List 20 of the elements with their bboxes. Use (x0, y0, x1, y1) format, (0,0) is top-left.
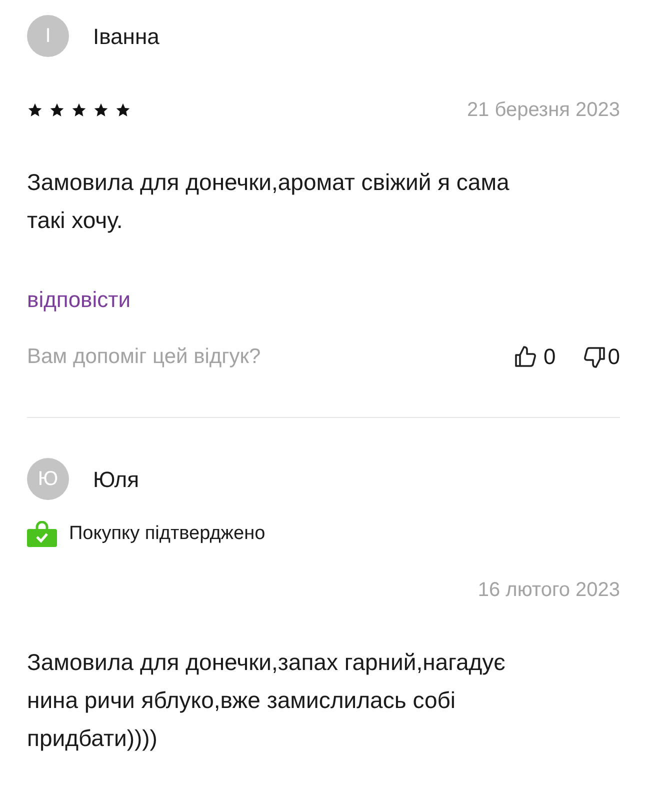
review-text: Замовила для донечки,аромат свіжий я сама такі хочу. (27, 168, 510, 235)
verified-purchase-label: Покупку підтверджено (69, 522, 266, 546)
review-date: 16 лютого 2023 (478, 578, 620, 602)
review-text: Замовила для донечки,запах гарний,нагадує нина ричи яблуко,вже замислилась собі придбати)))) (27, 648, 506, 753)
star-icon (115, 102, 131, 118)
thumbs-down-icon (582, 344, 606, 368)
star-icon (93, 102, 109, 118)
author-name: Юля (93, 466, 139, 494)
avatar: Ю (27, 458, 69, 500)
avatar: І (27, 15, 69, 57)
like-button[interactable]: 0 (514, 340, 556, 373)
author-name: Іванна (93, 22, 160, 50)
star-icon (27, 102, 43, 118)
star-icon (71, 102, 87, 118)
helpful-question: Вам допоміг цей відгук? (27, 344, 261, 370)
dislike-button[interactable]: 0 (582, 340, 620, 373)
star-icon (49, 102, 65, 118)
review-date: 21 березня 2023 (466, 98, 620, 123)
thumbs-up-icon (514, 344, 538, 368)
reply-link[interactable]: відповісти (27, 283, 131, 316)
